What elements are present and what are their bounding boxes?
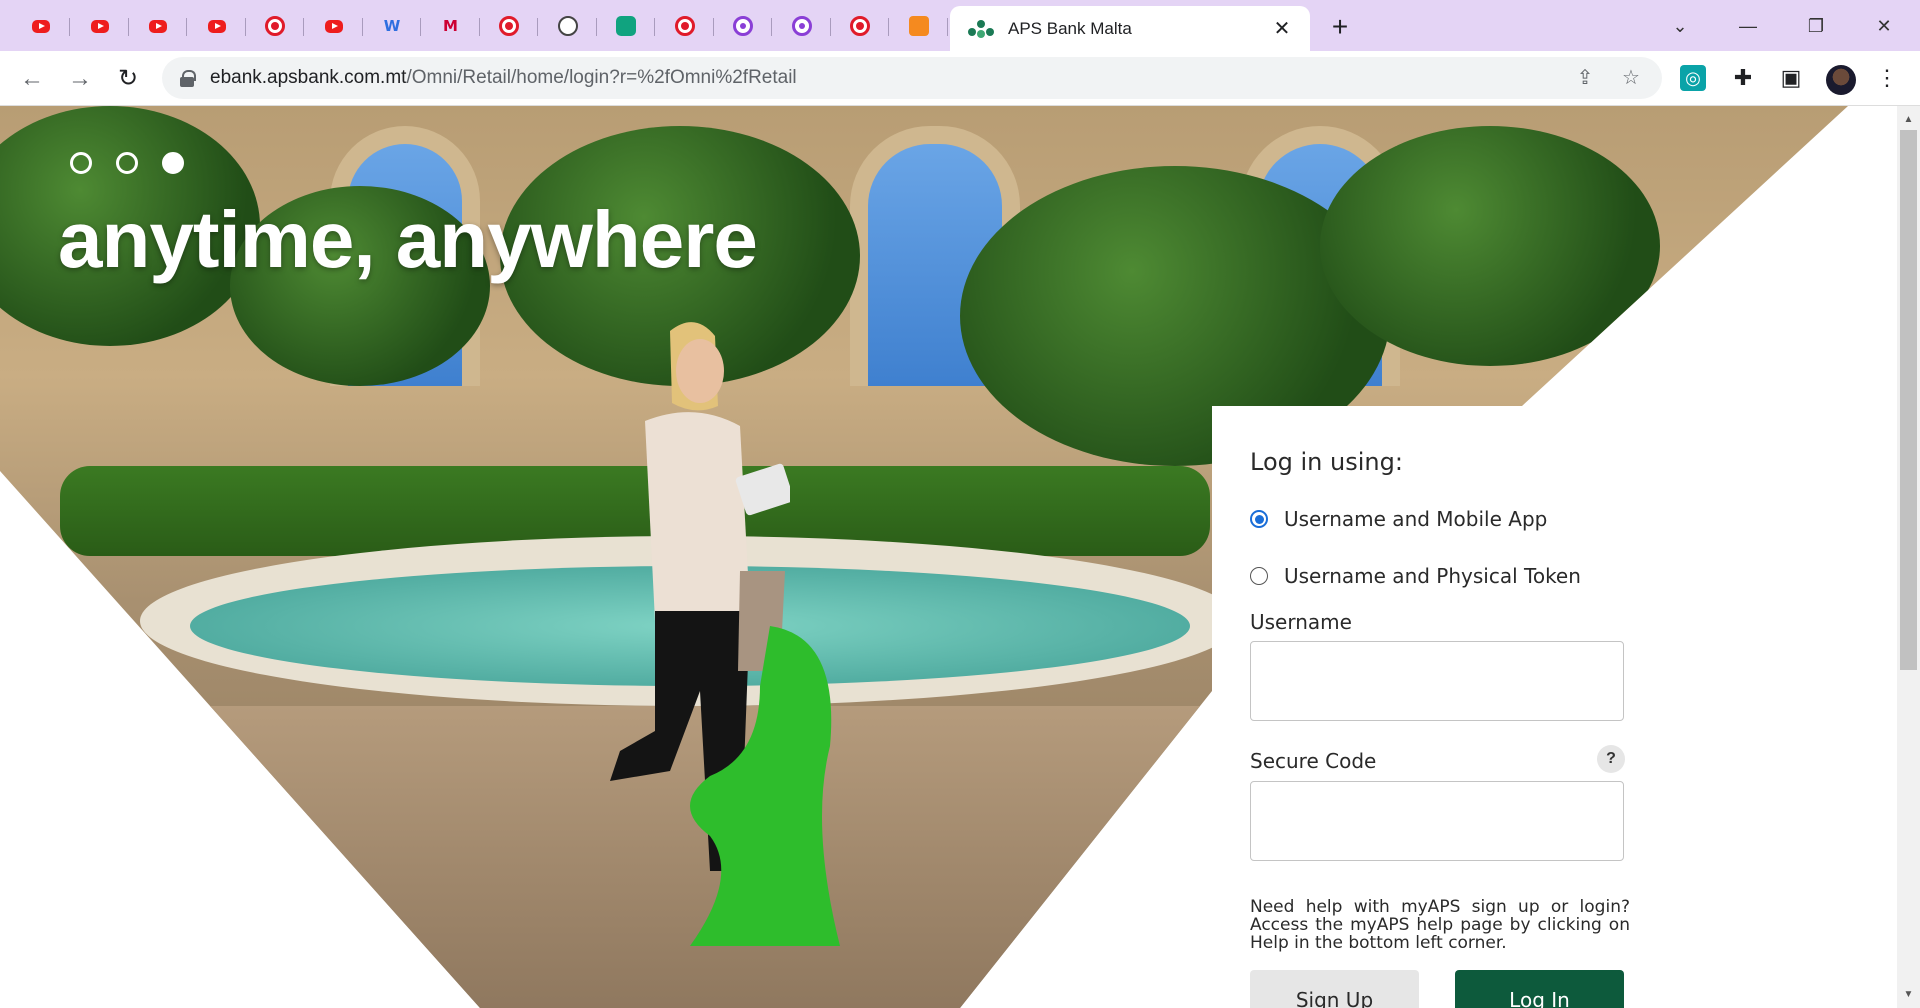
minimize-button[interactable]: —	[1728, 10, 1768, 42]
scroll-up-arrow[interactable]: ▲	[1897, 110, 1920, 130]
radio-option-mobile-app[interactable]: Username and Mobile App	[1250, 507, 1547, 531]
username-label: Username	[1250, 610, 1352, 634]
tab-aps-bank[interactable]: APS Bank Malta ✕	[950, 6, 1310, 51]
purple-circle-icon	[791, 16, 812, 36]
pinned-tab[interactable]	[305, 8, 363, 44]
browser-toolbar: ← → ↻ ebank.apsbank.com.mt/Omni/Retail/h…	[0, 51, 1920, 106]
youtube-icon	[32, 19, 50, 33]
sign-up-button[interactable]: Sign Up	[1250, 970, 1419, 1008]
pinned-tab[interactable]	[188, 8, 246, 44]
secure-code-help-icon[interactable]: ?	[1597, 745, 1625, 773]
youtube-icon	[90, 19, 109, 33]
pinned-tab[interactable]	[129, 8, 187, 44]
green-chair	[690, 626, 840, 946]
purple-circle-icon	[733, 16, 753, 36]
red-circle-icon	[850, 16, 870, 36]
close-window-button[interactable]: ✕	[1864, 10, 1904, 42]
openai-icon	[557, 16, 578, 36]
login-panel: Log in using: Username and Mobile App Us…	[1213, 407, 1653, 1008]
pinned-tab[interactable]	[890, 8, 948, 44]
share-icon[interactable]: ⇪	[1572, 65, 1598, 91]
pinned-tab[interactable]	[539, 8, 597, 44]
radio-physical-token-label[interactable]: Username and Physical Token	[1284, 564, 1581, 588]
pinned-tab[interactable]	[480, 8, 538, 44]
log-in-button[interactable]: Log In	[1455, 970, 1624, 1008]
pinned-tab[interactable]	[656, 8, 714, 44]
new-tab-button[interactable]: +	[1324, 12, 1356, 44]
username-input[interactable]	[1250, 641, 1624, 721]
carousel-indicators	[70, 152, 184, 174]
url-path: /Omni/Retail/home/login?r=%2fOmni%2fReta…	[406, 67, 797, 88]
reload-button[interactable]: ↻	[110, 61, 146, 97]
hero-caption: anytime, anywhere	[58, 195, 758, 284]
youtube-icon	[207, 19, 226, 33]
w-logo-icon: W	[383, 17, 401, 35]
restore-button[interactable]: ❐	[1796, 10, 1836, 42]
red-circle-icon	[674, 16, 695, 36]
page-content: anytime, anywhere Log in using: Username…	[0, 106, 1897, 1008]
pinned-tab[interactable]	[831, 8, 889, 44]
browser-menu-icon[interactable]: ⋮	[1872, 63, 1902, 93]
pinned-tab[interactable]	[773, 8, 831, 44]
scroll-down-arrow[interactable]: ▼	[1897, 985, 1920, 1005]
gmail-icon: M	[443, 17, 458, 35]
address-bar[interactable]: ebank.apsbank.com.mt/Omni/Retail/home/lo…	[162, 57, 1662, 99]
side-panel-icon[interactable]: ▣	[1776, 63, 1806, 93]
radio-mobile-app-label[interactable]: Username and Mobile App	[1284, 507, 1547, 531]
pinned-tab[interactable]	[71, 8, 129, 44]
url-text[interactable]: ebank.apsbank.com.mt/Omni/Retail/home/lo…	[210, 67, 797, 89]
secure-code-label: Secure Code	[1250, 749, 1377, 773]
red-circle-icon	[265, 16, 285, 36]
red-circle-icon	[499, 16, 519, 36]
radio-mobile-app[interactable]	[1250, 510, 1268, 528]
tree-decoration	[1320, 126, 1660, 366]
carousel-dot[interactable]	[70, 152, 92, 174]
pinned-tab[interactable]	[12, 8, 70, 44]
chatgpt-icon	[616, 16, 636, 36]
pinned-tab[interactable]: W	[363, 8, 421, 44]
pinned-tab[interactable]: M	[422, 8, 480, 44]
url-host: ebank.apsbank.com.mt	[210, 67, 407, 88]
pinned-tab[interactable]	[597, 8, 655, 44]
tab-strip: W M APS Bank Malta ✕ + ⌄ — ❐ ✕	[0, 0, 1920, 51]
secure-code-input[interactable]	[1250, 781, 1624, 861]
bookmark-star-icon[interactable]: ☆	[1618, 65, 1644, 91]
pinned-tab[interactable]	[246, 8, 304, 44]
radio-option-physical-token[interactable]: Username and Physical Token	[1250, 564, 1581, 588]
back-button[interactable]: ←	[14, 61, 50, 97]
help-text: Need help with myAPS sign up or login? A…	[1250, 897, 1630, 953]
fox-icon	[908, 16, 929, 36]
carousel-dot-active[interactable]	[162, 152, 184, 174]
login-heading: Log in using:	[1250, 448, 1403, 476]
close-tab-icon[interactable]: ✕	[1270, 17, 1294, 41]
aps-bank-favicon-icon	[968, 19, 994, 38]
carousel-dot[interactable]	[116, 152, 138, 174]
youtube-icon	[324, 19, 343, 33]
forward-button[interactable]: →	[62, 61, 98, 97]
lock-icon[interactable]	[180, 70, 196, 87]
tab-title: APS Bank Malta	[1008, 18, 1132, 38]
youtube-icon	[149, 19, 167, 33]
tab-search-dropdown-icon[interactable]: ⌄	[1660, 10, 1700, 42]
extensions-puzzle-icon[interactable]: ✚	[1728, 63, 1758, 93]
radio-physical-token[interactable]	[1250, 567, 1268, 585]
scrollbar-thumb[interactable]	[1900, 130, 1917, 670]
pinned-tab[interactable]	[714, 8, 772, 44]
extension-icon[interactable]: ◎	[1680, 65, 1706, 91]
profile-avatar[interactable]	[1826, 65, 1856, 95]
